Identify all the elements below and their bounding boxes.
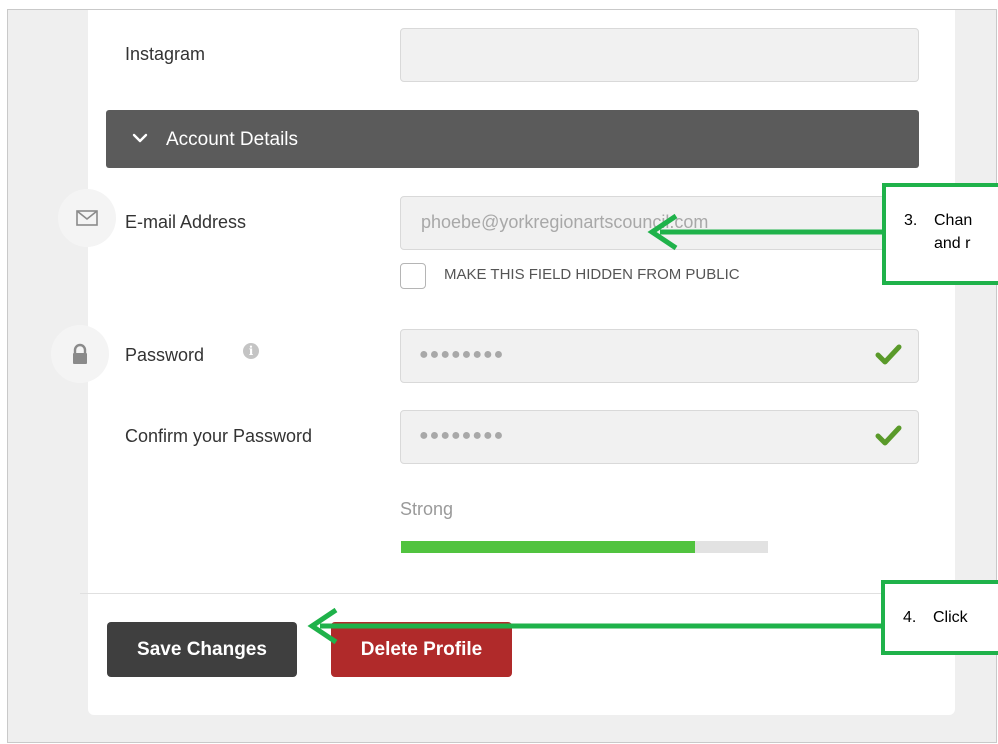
instagram-input[interactable] bbox=[400, 28, 919, 82]
chevron-down-icon bbox=[132, 133, 148, 143]
confirm-password-input[interactable]: ●●●●●●●● bbox=[400, 410, 919, 464]
password-strength-meter bbox=[401, 541, 768, 553]
instagram-label: Instagram bbox=[125, 44, 206, 64]
email-icon-badge bbox=[58, 189, 116, 247]
section-title: Account Details bbox=[166, 129, 299, 150]
email-label: E-mail Address bbox=[125, 212, 247, 232]
account-details-header[interactable]: Account Details bbox=[106, 110, 919, 168]
callout-step-4: 4. Click bbox=[881, 580, 998, 655]
checkmark-icon bbox=[875, 344, 902, 365]
password-strength-label: Strong bbox=[400, 499, 454, 519]
password-strength-fill bbox=[401, 541, 695, 553]
password-input[interactable]: ●●●●●●●● bbox=[400, 329, 919, 383]
email-input[interactable]: phoebe@yorkregionartscouncil.com bbox=[400, 196, 919, 250]
info-icon[interactable]: i bbox=[243, 343, 259, 359]
hide-email-checkbox[interactable] bbox=[400, 263, 426, 289]
password-icon-badge bbox=[51, 325, 109, 383]
hide-email-checkbox-label: MAKE THIS FIELD HIDDEN FROM PUBLIC bbox=[444, 266, 740, 283]
callout-4-line-1: Click bbox=[933, 609, 968, 626]
save-changes-button[interactable]: Save Changes bbox=[107, 622, 297, 677]
lock-icon bbox=[73, 343, 87, 364]
divider bbox=[80, 593, 947, 594]
callout-3-line-2: and r bbox=[934, 235, 971, 252]
callout-3-number: 3. bbox=[904, 212, 918, 229]
password-label: Password bbox=[125, 345, 205, 365]
delete-profile-button[interactable]: Delete Profile bbox=[331, 622, 512, 677]
confirm-password-label: Confirm your Password bbox=[125, 426, 313, 446]
checkmark-icon bbox=[875, 425, 902, 446]
callout-3-line-1: Chan bbox=[934, 212, 973, 229]
envelope-icon bbox=[76, 210, 98, 226]
callout-4-number: 4. bbox=[903, 609, 917, 626]
callout-step-3: 3. Chan and r bbox=[882, 183, 998, 285]
